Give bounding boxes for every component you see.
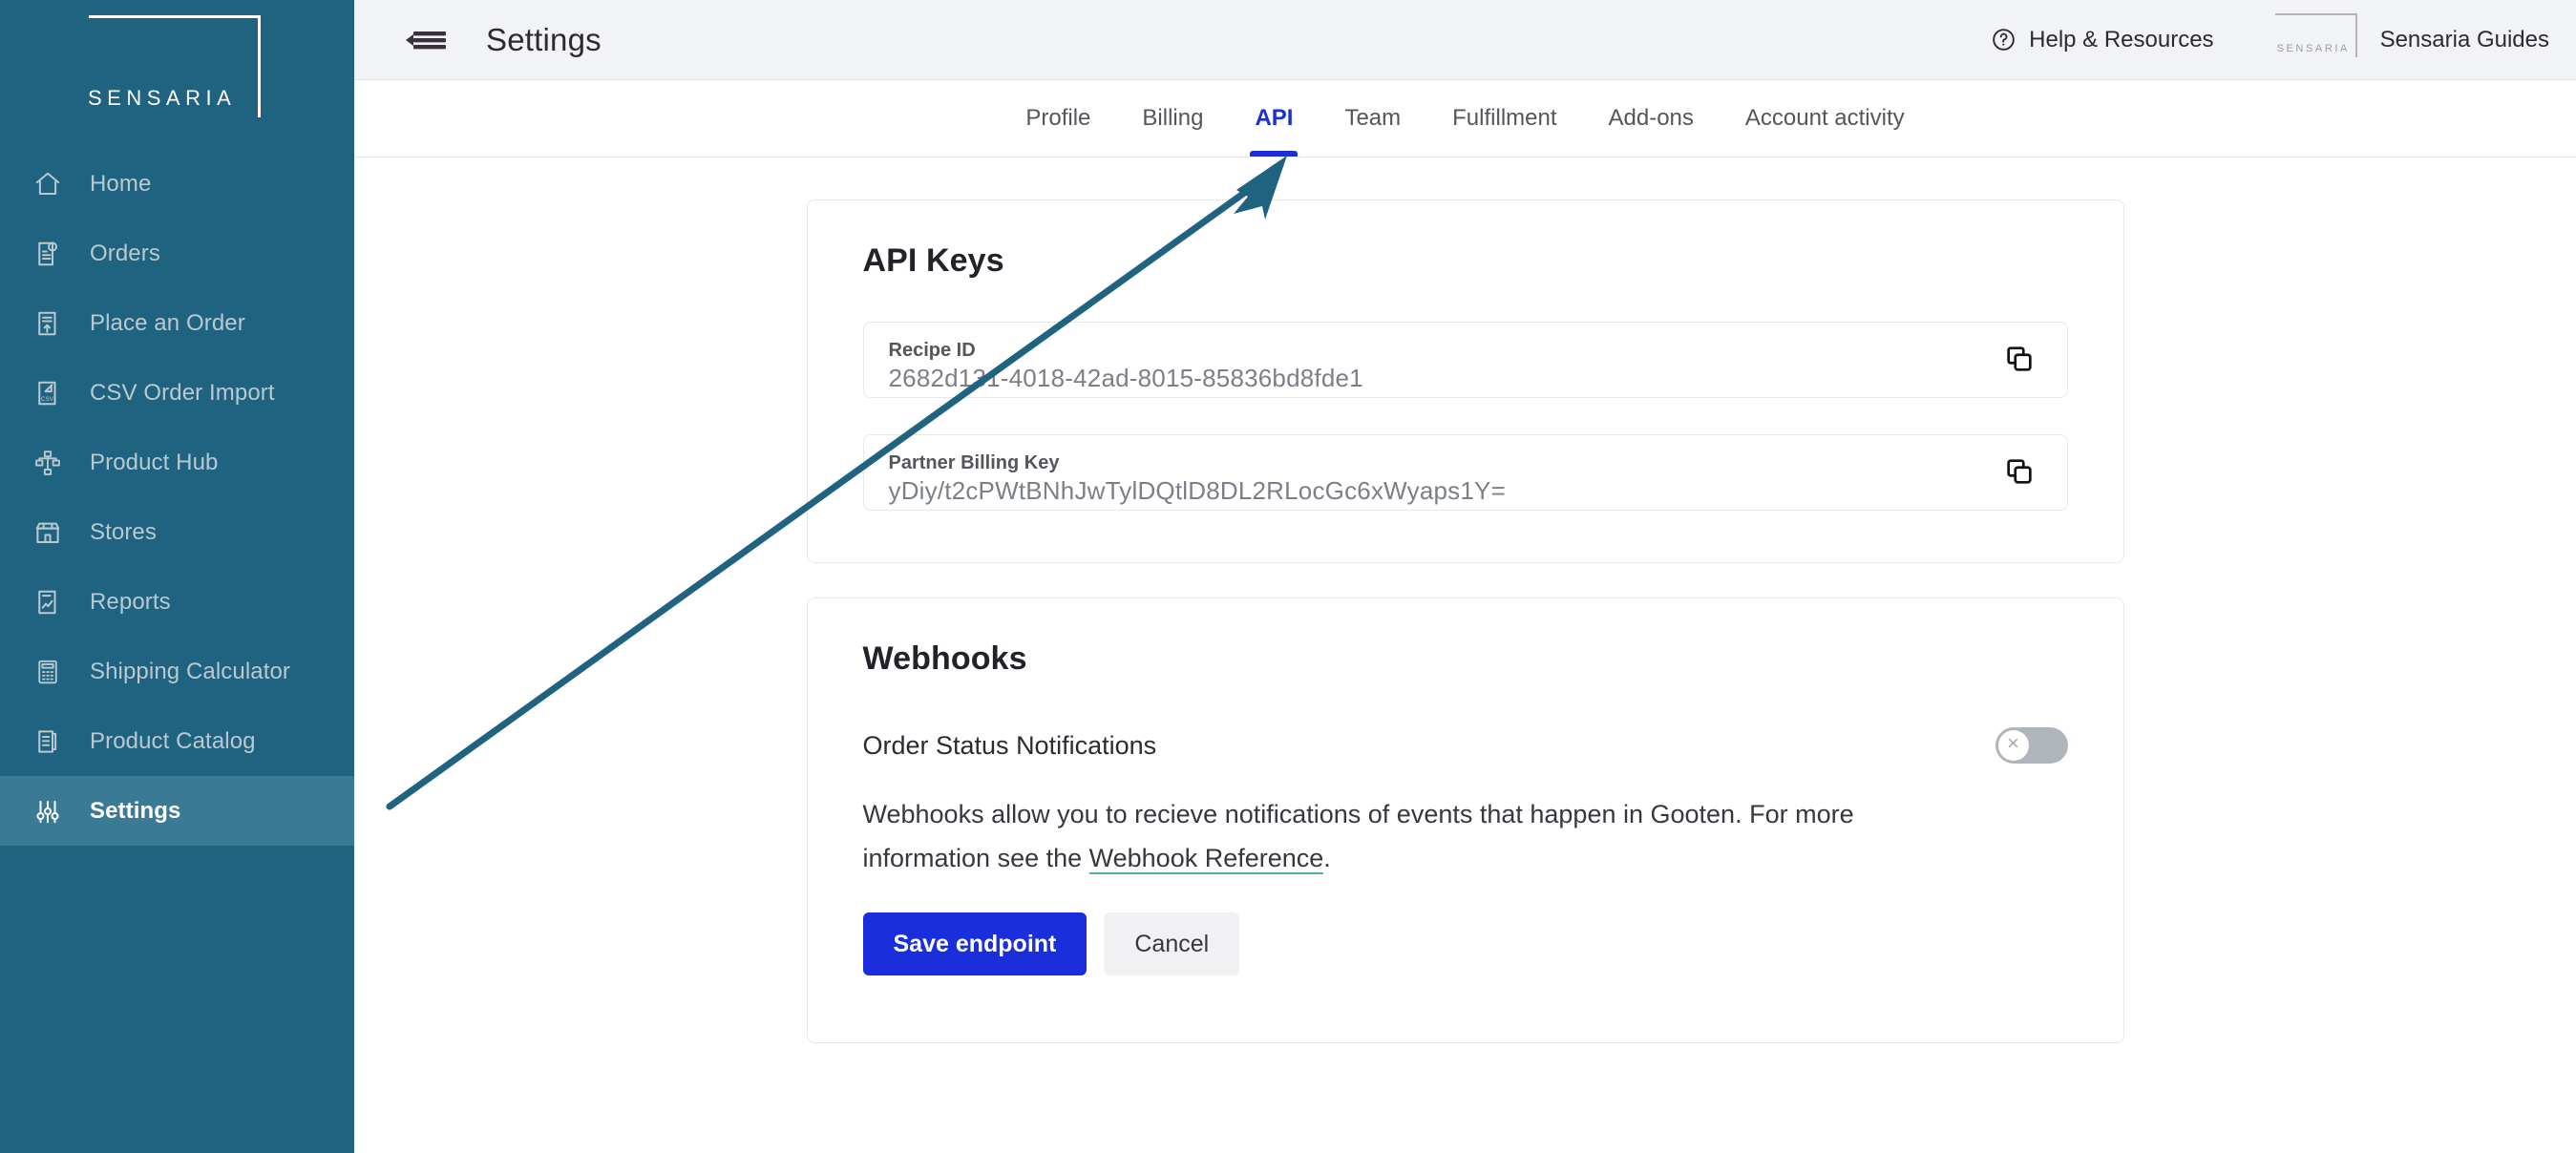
tab-label: Add-ons: [1608, 105, 1694, 131]
sidebar-nav: Home Orders Place an Order CSV CSV Order…: [0, 149, 354, 846]
help-and-resources-label: Help & Resources: [2029, 26, 2214, 52]
tab-label: Billing: [1142, 105, 1204, 131]
home-icon: [29, 165, 67, 203]
page-title: Settings: [486, 21, 602, 57]
settings-content: API Keys Recipe ID 2682d131-4018-42ad-80…: [354, 157, 2576, 1153]
recipe-id-field[interactable]: Recipe ID 2682d131-4018-42ad-8015-85836b…: [862, 322, 2068, 398]
settings-tabbar: Profile Billing API Team Fulfillment Add…: [354, 80, 2576, 157]
sidebar-item-product-catalog[interactable]: Product Catalog: [0, 706, 354, 776]
webhooks-button-row: Save endpoint Cancel: [862, 912, 2068, 975]
tab-fulfillment[interactable]: Fulfillment: [1426, 80, 1582, 157]
product-catalog-icon: [29, 723, 67, 761]
cancel-button[interactable]: Cancel: [1104, 912, 1240, 975]
save-endpoint-button[interactable]: Save endpoint: [862, 912, 1087, 975]
sidebar-item-home[interactable]: Home: [0, 149, 354, 219]
sidebar-item-label: CSV Order Import: [90, 379, 275, 406]
copy-icon: [2003, 343, 2036, 378]
sidebar-item-label: Orders: [90, 240, 160, 266]
partner-billing-key-value: yDiy/t2cPWtBNhJwTylDQtlD8DL2RLocGc6xWyap…: [888, 476, 1506, 505]
api-keys-title: API Keys: [862, 242, 1004, 279]
sidebar-item-label: Shipping Calculator: [90, 658, 291, 684]
webhooks-description-text-1: Webhooks allow you to recieve notificati…: [862, 800, 1854, 872]
webhooks-title: Webhooks: [862, 640, 1027, 677]
sidebar-item-label: Home: [90, 170, 152, 197]
recipe-id-label: Recipe ID: [888, 340, 976, 361]
topbar: Settings Help & Resources SENSARIA Sensa…: [354, 0, 2576, 80]
stores-icon: [29, 514, 67, 552]
sensaria-mini-logo: SENSARIA: [2274, 11, 2359, 69]
tab-add-ons[interactable]: Add-ons: [1583, 80, 1720, 157]
sidebar-item-shipping-calculator[interactable]: Shipping Calculator: [0, 637, 354, 706]
sidebar-item-label: Product Hub: [90, 449, 219, 475]
tab-profile[interactable]: Profile: [1000, 80, 1116, 157]
sidebar-item-label: Product Catalog: [90, 727, 256, 754]
question-circle-icon: [1991, 27, 2016, 52]
sidebar-item-stores[interactable]: Stores: [0, 497, 354, 567]
tab-api[interactable]: API: [1229, 80, 1319, 157]
x-icon: [2005, 735, 2021, 756]
sidebar-item-reports[interactable]: Reports: [0, 567, 354, 637]
partner-billing-key-label: Partner Billing Key: [888, 452, 1060, 473]
sidebar-item-csv-order-import[interactable]: CSV CSV Order Import: [0, 358, 354, 428]
webhooks-card: Webhooks Order Status Notifications Webh…: [806, 597, 2124, 1043]
shipping-calculator-icon: [29, 653, 67, 691]
sensaria-guides-label: Sensaria Guides: [2379, 26, 2549, 52]
order-status-notifications-row: Order Status Notifications: [863, 727, 2068, 764]
sidebar-item-label: Stores: [90, 518, 157, 545]
sidebar-item-label: Settings: [90, 797, 181, 824]
copy-recipe-id-button[interactable]: [1996, 337, 2042, 383]
tab-label: Profile: [1025, 105, 1091, 131]
toggle-knob: [1997, 730, 2029, 761]
help-and-resources-link[interactable]: Help & Resources: [1991, 26, 2214, 53]
order-status-notifications-label: Order Status Notifications: [862, 730, 1157, 760]
mini-logo-text: SENSARIA: [2276, 42, 2350, 54]
main-area: Settings Help & Resources SENSARIA Sensa…: [354, 0, 2576, 1153]
reports-icon: [29, 583, 67, 621]
tab-team[interactable]: Team: [1319, 80, 1426, 157]
recipe-id-value: 2682d131-4018-42ad-8015-85836bd8fde1: [888, 364, 1363, 392]
hamburger-collapse-icon[interactable]: [392, 19, 450, 61]
product-hub-icon: [29, 444, 67, 482]
csv-order-import-icon: CSV: [29, 374, 67, 412]
sidebar-item-settings[interactable]: Settings: [0, 776, 354, 846]
webhooks-description-text-2: .: [1323, 844, 1331, 872]
logo-text: SENSARIA: [88, 86, 237, 110]
sidebar-item-place-an-order[interactable]: Place an Order: [0, 288, 354, 358]
tab-label: Account activity: [1744, 105, 1905, 131]
sidebar-item-label: Place an Order: [90, 309, 245, 336]
sidebar-item-label: Reports: [90, 588, 171, 615]
webhook-reference-link[interactable]: Webhook Reference: [1088, 844, 1324, 874]
tab-billing[interactable]: Billing: [1116, 80, 1229, 157]
svg-text:CSV: CSV: [41, 395, 54, 402]
copy-partner-billing-key-button[interactable]: [1996, 450, 2042, 495]
orders-icon: [29, 235, 67, 273]
order-status-notifications-toggle[interactable]: [1995, 727, 2068, 764]
place-an-order-icon: [29, 304, 67, 343]
sidebar-item-orders[interactable]: Orders: [0, 219, 354, 288]
settings-sliders-icon: [29, 792, 67, 830]
partner-billing-key-field[interactable]: Partner Billing Key yDiy/t2cPWtBNhJwTylD…: [862, 434, 2068, 511]
sidebar: SENSARIA Home Orders Place an Order CSV …: [0, 0, 354, 1153]
sidebar-item-product-hub[interactable]: Product Hub: [0, 428, 354, 497]
tab-label: API: [1255, 105, 1294, 131]
webhooks-description: Webhooks allow you to recieve notificati…: [863, 792, 1875, 880]
topbar-right: Help & Resources SENSARIA Sensaria Guide…: [1991, 0, 2549, 80]
sensaria-guides-link[interactable]: SENSARIA Sensaria Guides: [2274, 0, 2549, 80]
copy-icon: [2003, 455, 2036, 491]
api-keys-card: API Keys Recipe ID 2682d131-4018-42ad-80…: [806, 199, 2124, 563]
app-root: SENSARIA Home Orders Place an Order CSV …: [0, 0, 2576, 1153]
tab-account-activity[interactable]: Account activity: [1720, 80, 1931, 157]
brand-logo[interactable]: SENSARIA: [0, 0, 354, 143]
tab-label: Team: [1344, 105, 1402, 131]
tab-label: Fulfillment: [1452, 105, 1557, 131]
